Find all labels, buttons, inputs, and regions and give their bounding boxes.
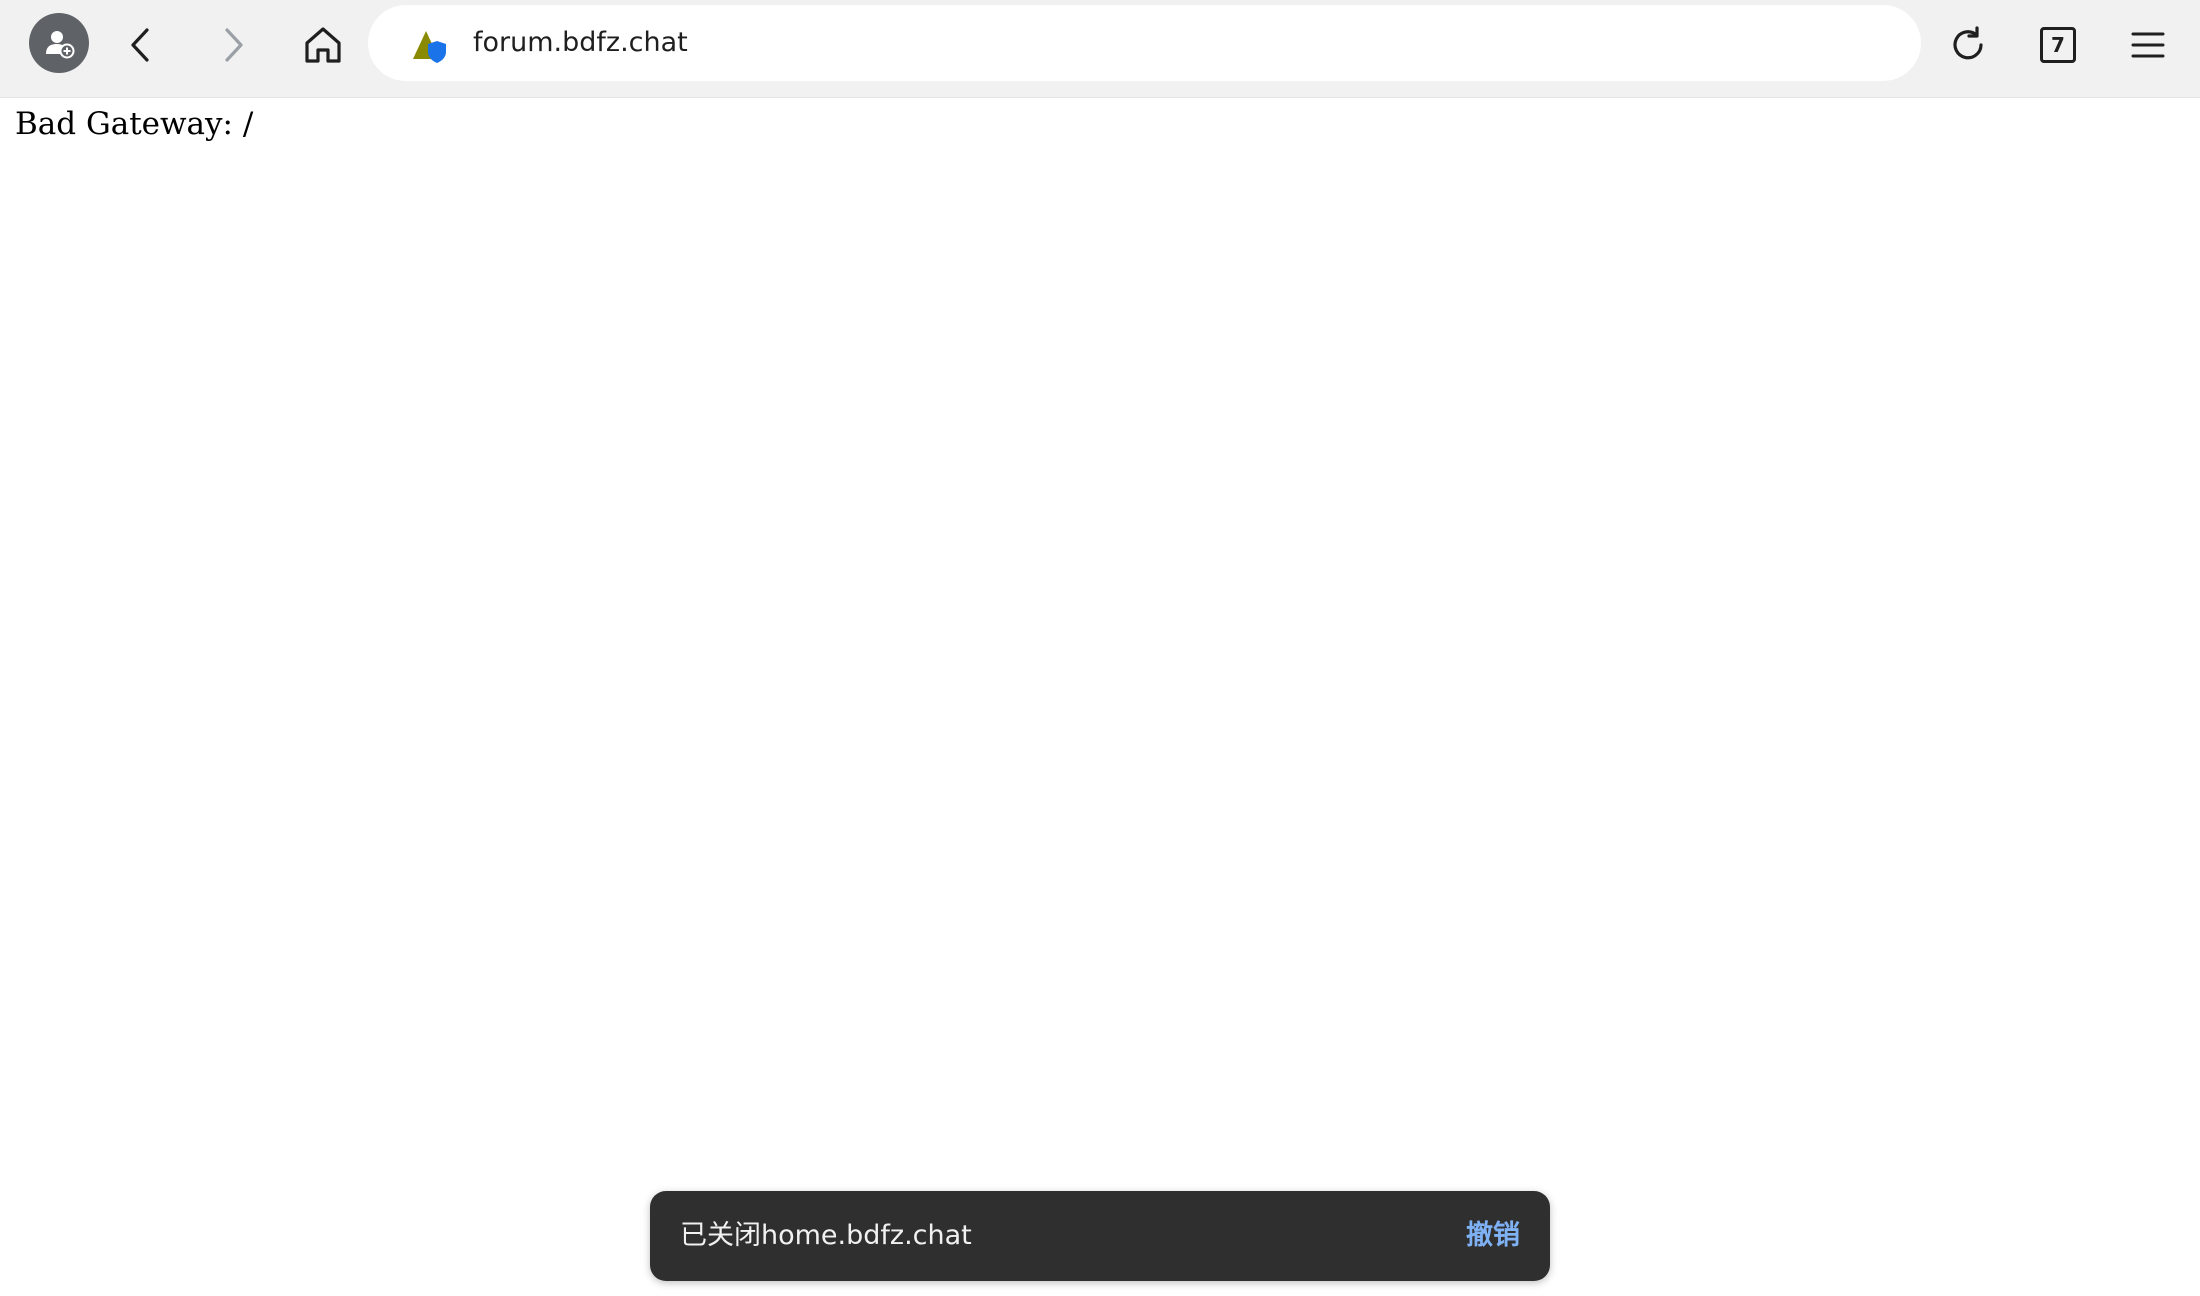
tab-switcher-button[interactable]: 7	[2026, 13, 2090, 77]
home-button[interactable]	[291, 13, 355, 77]
forward-button[interactable]	[200, 13, 264, 77]
site-security-icon	[413, 31, 446, 63]
chevron-left-icon	[131, 28, 149, 62]
chevron-right-icon	[225, 28, 243, 62]
profile-avatar-button[interactable]	[29, 13, 89, 73]
snackbar: 已关闭home.bdfz.chat 撤销	[650, 1191, 1550, 1281]
browser-toolbar: forum.bdfz.chat 7	[0, 0, 2200, 98]
page-content: Bad Gateway: /	[0, 98, 2200, 1296]
menu-button[interactable]	[2116, 13, 2180, 77]
address-bar[interactable]: forum.bdfz.chat	[368, 5, 1921, 81]
reload-icon	[1953, 26, 1983, 60]
profile-avatar-icon	[46, 31, 75, 59]
back-button[interactable]	[110, 13, 174, 77]
undo-button[interactable]: 撤销	[1466, 1191, 1520, 1281]
error-message: Bad Gateway: /	[15, 106, 254, 142]
tab-switcher-icon: 7	[2040, 27, 2076, 63]
home-icon	[305, 27, 341, 63]
hamburger-menu-icon	[2131, 32, 2165, 58]
reload-button[interactable]	[1936, 13, 2000, 77]
tab-count: 7	[2051, 33, 2065, 57]
snackbar-message: 已关闭home.bdfz.chat	[680, 1220, 972, 1251]
url-text: forum.bdfz.chat	[473, 27, 688, 58]
